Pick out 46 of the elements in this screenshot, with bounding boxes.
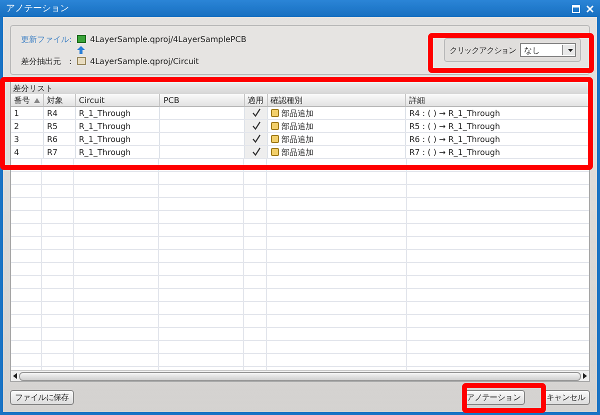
table-cell: R6 : ( ) → R_1_Through: [406, 132, 588, 146]
table-cell: R5 : ( ) → R_1_Through: [406, 120, 588, 132]
up-arrow-icon: [77, 46, 85, 54]
circuit-file-icon: [77, 57, 86, 65]
maximize-icon[interactable]: [572, 4, 580, 12]
table-cell: 部品追加: [282, 108, 314, 118]
table-cell: 3: [11, 132, 44, 146]
scroll-right-icon[interactable]: [583, 373, 587, 379]
table-cell: 部品追加: [282, 146, 314, 158]
scroll-left-icon[interactable]: [13, 373, 17, 379]
column-header[interactable]: 詳細: [406, 94, 588, 106]
column-header[interactable]: 対象: [44, 94, 76, 106]
check-icon[interactable]: [250, 121, 262, 131]
check-icon[interactable]: [250, 147, 262, 157]
click-action-dropdown[interactable]: なし: [520, 43, 576, 57]
table-cell: R_1_Through: [75, 106, 160, 120]
window-title: アノテーション: [6, 3, 70, 15]
table-cell: 1: [11, 106, 44, 120]
click-action-label: クリックアクション: [449, 44, 516, 56]
column-header[interactable]: 番号: [11, 94, 44, 106]
sort-up-icon: [34, 98, 40, 102]
table-cell: R6: [44, 132, 76, 146]
save-to-file-button[interactable]: ファイルに保存: [10, 390, 74, 404]
source-label: 差分抽出元 :: [21, 56, 73, 66]
table-cell: 部品追加: [282, 120, 314, 132]
check-icon[interactable]: [250, 108, 262, 118]
check-icon[interactable]: [250, 134, 262, 144]
table-cell: R_1_Through: [75, 120, 160, 132]
diff-list-title: 差分リスト: [13, 82, 53, 94]
pcb-file-icon: [77, 35, 86, 43]
update-file-label: 更新ファイル:: [21, 34, 73, 44]
horizontal-scrollbar[interactable]: [11, 370, 589, 381]
column-header[interactable]: 適用: [244, 94, 268, 106]
source-file-path: 4LayerSample.qproj/Circuit: [90, 56, 199, 66]
column-header[interactable]: 確認種別: [267, 94, 406, 106]
table-cell: R4 : ( ) → R_1_Through: [406, 106, 588, 120]
dropdown-arrow-icon: [568, 48, 573, 52]
update-file-path: 4LayerSample.qproj/4LayerSamplePCB: [90, 34, 246, 44]
table-cell: R_1_Through: [75, 132, 160, 146]
table-cell: R4: [44, 106, 76, 120]
column-header[interactable]: PCB: [160, 94, 244, 106]
column-header[interactable]: Circuit: [75, 94, 160, 106]
table-cell: 部品追加: [282, 134, 314, 144]
table-cell: R5: [44, 120, 76, 132]
close-icon[interactable]: [586, 4, 594, 12]
table-cell: 2: [11, 120, 44, 132]
